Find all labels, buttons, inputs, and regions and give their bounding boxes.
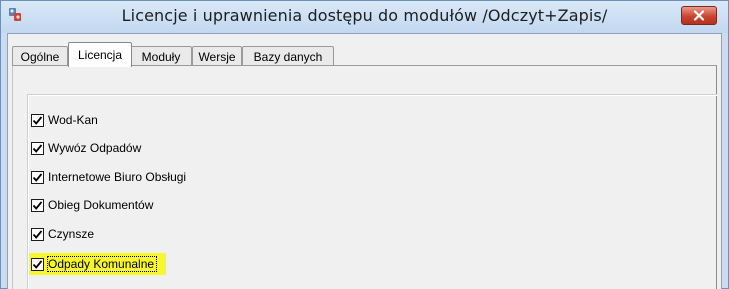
checkbox-label: Czynsze bbox=[48, 227, 95, 241]
checkbox[interactable] bbox=[31, 141, 44, 155]
tab-strip: Ogólne Moduły Wersje Bazy danych Licencj… bbox=[12, 42, 712, 67]
checkbox-label: Internetowe Biuro Obsługi bbox=[48, 170, 187, 184]
check-icon bbox=[32, 200, 43, 210]
checkbox[interactable] bbox=[31, 257, 44, 271]
checkbox[interactable] bbox=[31, 198, 44, 212]
module-checkbox-odpady-komunalne[interactable]: Odpady Komunalne bbox=[29, 253, 167, 275]
check-icon bbox=[32, 143, 43, 153]
check-icon bbox=[32, 259, 43, 269]
tab-ogolne[interactable]: Ogólne bbox=[12, 46, 68, 66]
module-checkbox-wod-kan[interactable]: Wod-Kan bbox=[31, 111, 98, 129]
tab-page-licencja: Wod-Kan Wywóz Odpadów Internetowe Biuro … bbox=[12, 66, 717, 289]
checkbox[interactable] bbox=[31, 227, 44, 241]
tab-bazy-danych[interactable]: Bazy danych bbox=[242, 46, 334, 66]
module-checkbox-internetowe-biuro-obslugi[interactable]: Internetowe Biuro Obsługi bbox=[31, 168, 186, 186]
tab-moduly[interactable]: Moduły bbox=[130, 46, 192, 66]
checkbox-label: Obieg Dokumentów bbox=[48, 198, 154, 212]
tab-licencja[interactable]: Licencja bbox=[68, 42, 132, 67]
checkbox-label: Wod-Kan bbox=[48, 113, 98, 127]
close-icon bbox=[693, 10, 705, 21]
check-icon bbox=[32, 172, 43, 182]
checkbox[interactable] bbox=[31, 170, 44, 184]
check-icon bbox=[32, 229, 43, 239]
module-checkbox-wywoz-odpadow[interactable]: Wywóz Odpadów bbox=[31, 139, 141, 157]
checkbox-label: Odpady Komunalne bbox=[46, 256, 158, 272]
client-area: Ogólne Moduły Wersje Bazy danych Licencj… bbox=[7, 33, 722, 289]
module-checkbox-obieg-dokumentow[interactable]: Obieg Dokumentów bbox=[31, 196, 153, 214]
title-bar[interactable]: Licencje i uprawnienia dostępu do modułó… bbox=[1, 1, 728, 33]
checkbox[interactable] bbox=[31, 113, 44, 127]
checkbox-label: Wywóz Odpadów bbox=[48, 141, 142, 155]
tab-wersje[interactable]: Wersje bbox=[192, 46, 242, 66]
window-title: Licencje i uprawnienia dostępu do modułó… bbox=[121, 6, 608, 25]
module-checkbox-czynsze[interactable]: Czynsze bbox=[31, 225, 94, 243]
dialog-window: Licencje i uprawnienia dostępu do modułó… bbox=[0, 0, 729, 289]
check-icon bbox=[32, 115, 43, 125]
close-button[interactable] bbox=[681, 6, 717, 25]
